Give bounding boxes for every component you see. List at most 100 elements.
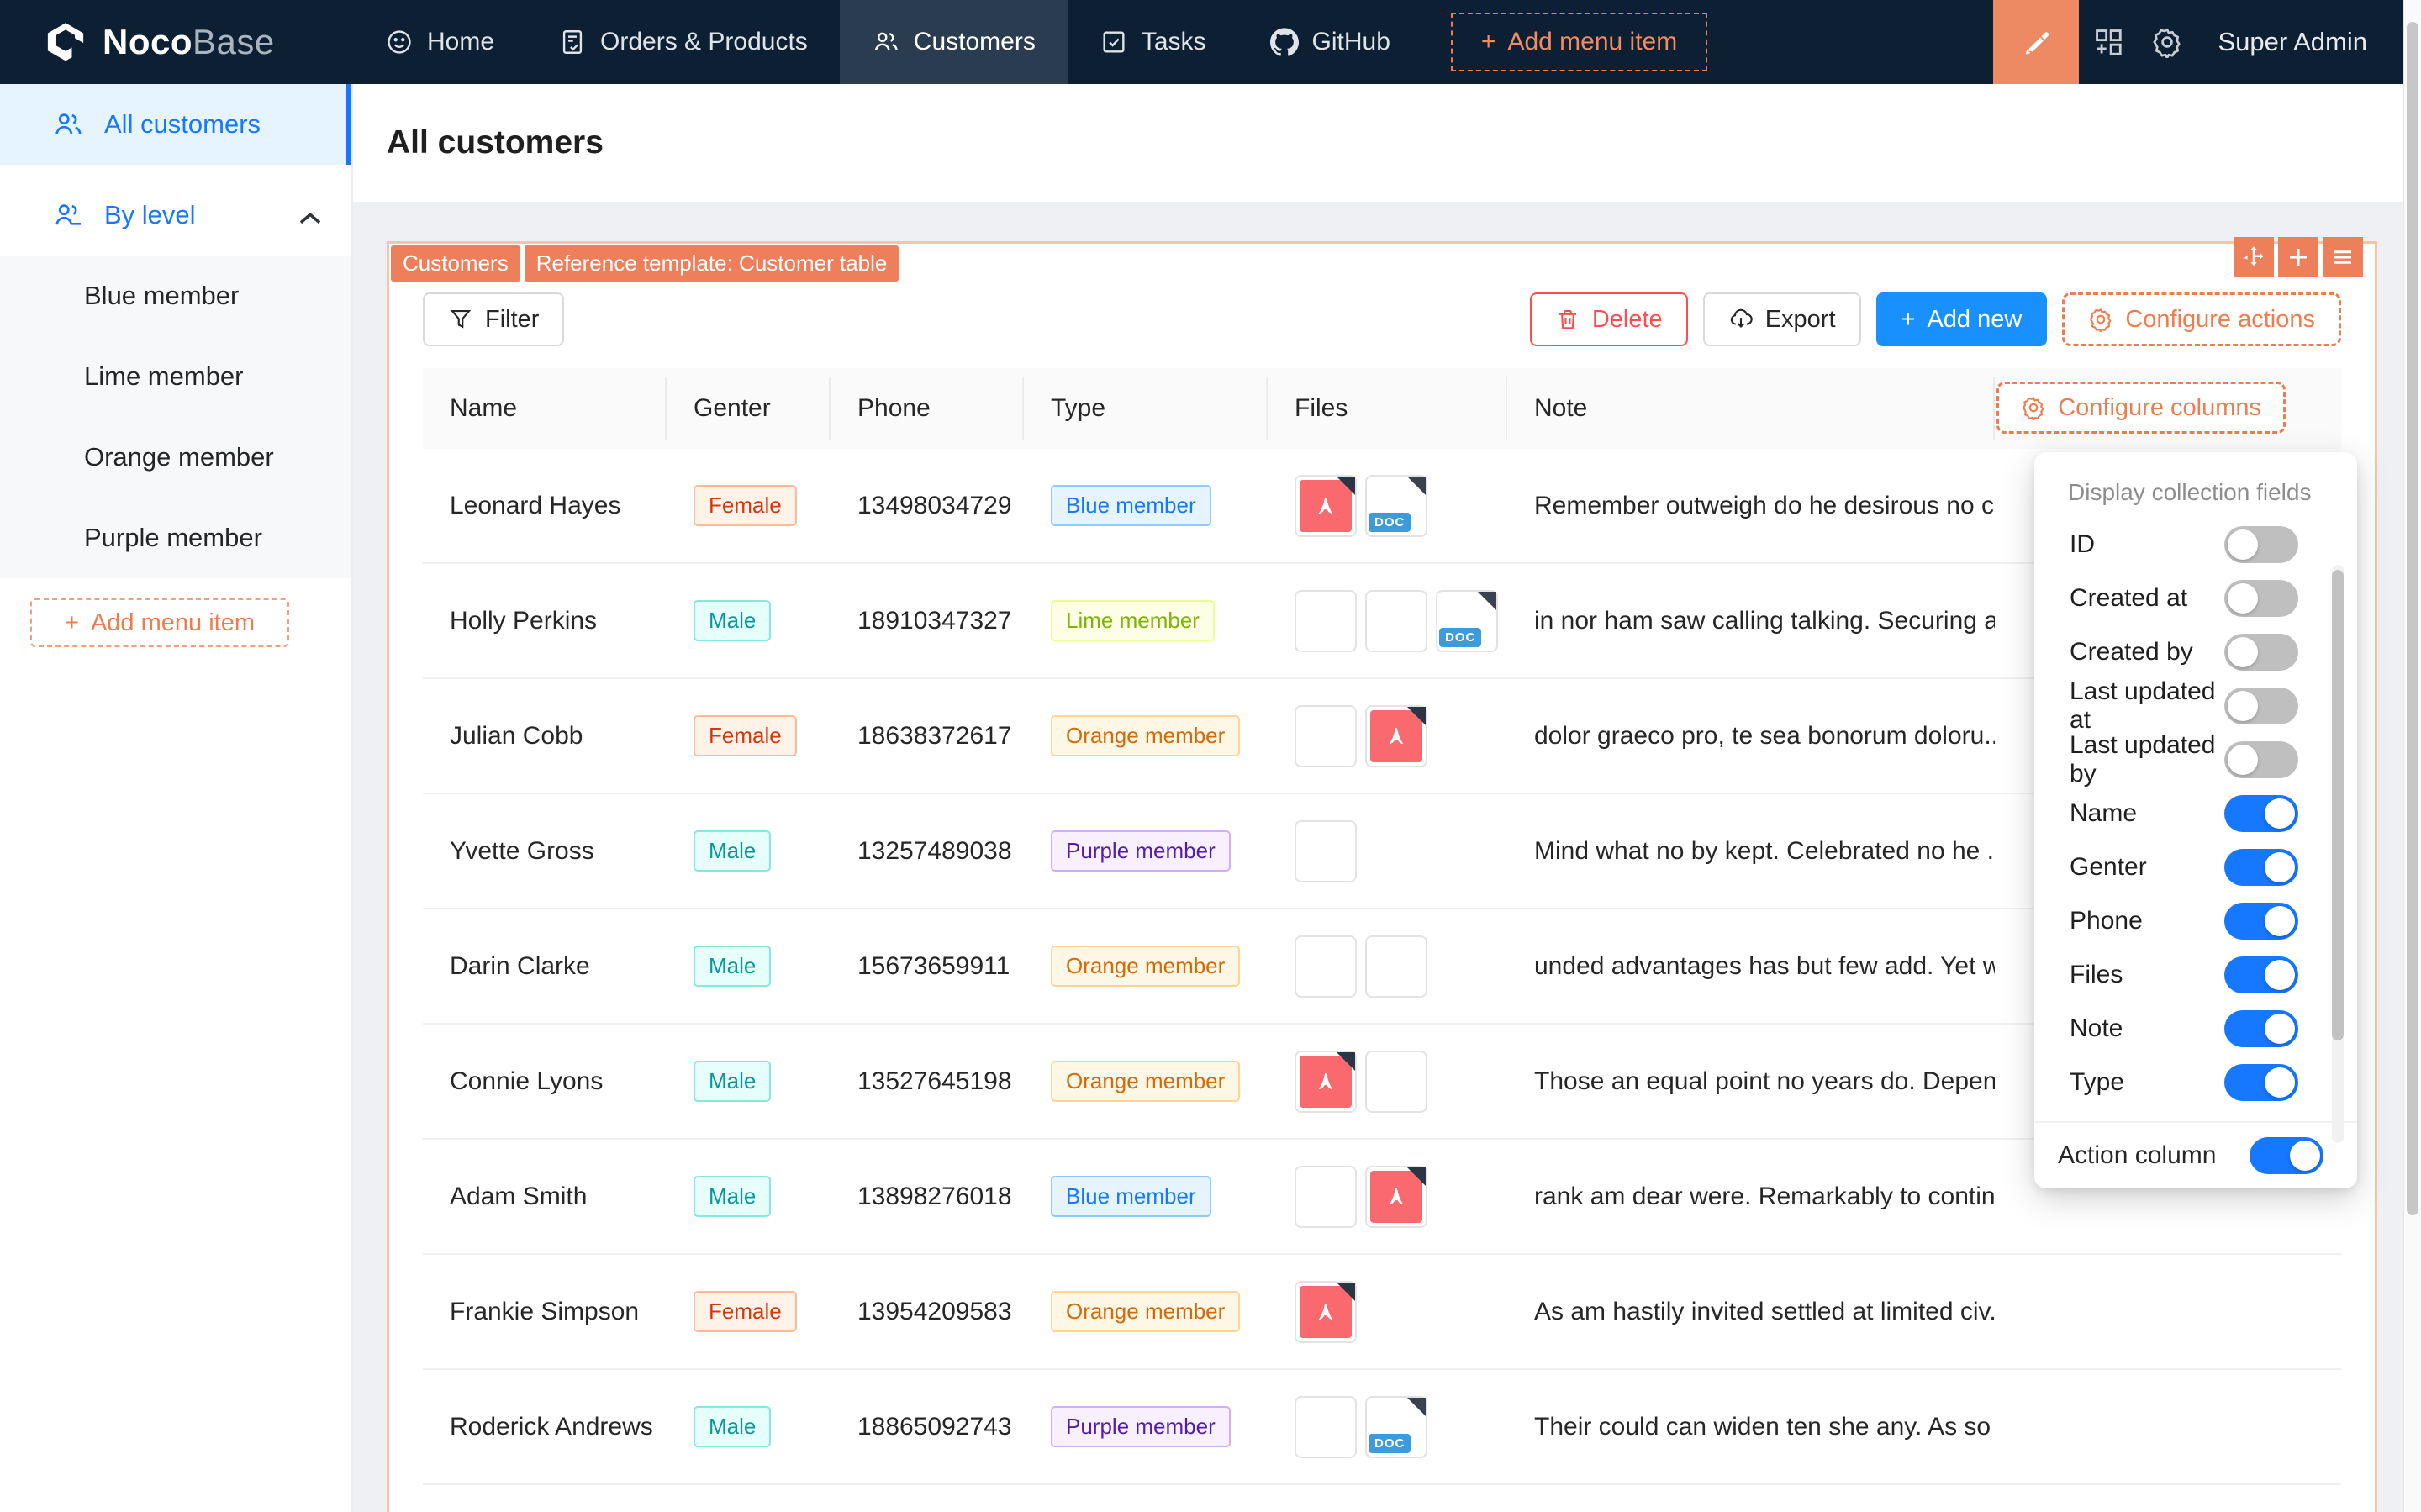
chevron-up-icon[interactable] (294, 203, 319, 228)
gender-tag: Male (694, 600, 771, 641)
gender-tag: Female (694, 485, 797, 526)
add-new-button[interactable]: + Add new (1876, 292, 2048, 346)
nav-item-home[interactable]: Home (353, 0, 526, 84)
toggle-switch[interactable] (2250, 1137, 2323, 1174)
image-thumbnail[interactable] (1295, 935, 1357, 998)
sidebar-submenu-item-purple-member[interactable]: Purple member (0, 498, 351, 578)
nav-item-orders-products[interactable]: Orders & Products (526, 0, 840, 84)
field-toggle-name[interactable]: Name (2034, 787, 2357, 840)
highlighter-icon (2019, 25, 2053, 59)
nav-item-customers[interactable]: Customers (840, 0, 1068, 84)
collection-tag: Customers (391, 245, 520, 282)
phone-number: 18865092743 (857, 1413, 1012, 1441)
note-text: Mind what no by kept. Celebrated no he .… (1534, 837, 1995, 866)
toggle-switch[interactable] (2224, 1064, 2298, 1101)
field-toggle-created-at[interactable]: Created at (2034, 572, 2357, 625)
image-thumbnail[interactable] (1295, 1166, 1357, 1228)
configure-actions-button[interactable]: Configure actions (2062, 292, 2341, 346)
field-toggle-last-updated-at[interactable]: Last updated at (2034, 679, 2357, 733)
toggle-switch[interactable] (2224, 903, 2298, 940)
toggle-switch[interactable] (2224, 741, 2298, 778)
pdf-file-icon[interactable] (1365, 1166, 1427, 1228)
brand-light: Base (193, 22, 275, 61)
sidebar-submenu-item-orange-member[interactable]: Orange member (0, 417, 351, 498)
phone-number: 13954209583 (857, 1298, 1012, 1326)
field-toggle-id[interactable]: ID (2034, 518, 2357, 572)
toggle-switch[interactable] (2224, 688, 2298, 724)
image-thumbnail[interactable] (1365, 1051, 1427, 1113)
phone-number: 15673659911 (857, 952, 1010, 981)
pdf-file-icon[interactable] (1295, 1051, 1357, 1113)
customer-name: Holly Perkins (450, 607, 597, 635)
sidebar-submenu-item-lime-member[interactable]: Lime member (0, 336, 351, 417)
files-cell (1268, 794, 1507, 908)
nav-item-github[interactable]: GitHub (1238, 0, 1422, 84)
customer-name: Leonard Hayes (450, 492, 620, 520)
image-thumbnail[interactable] (1365, 935, 1427, 998)
window-scrollbar-thumb[interactable] (2407, 22, 2418, 1215)
files-cell (1268, 909, 1507, 1023)
drag-handle-button[interactable] (2234, 237, 2274, 277)
sidebar-submenu-item-blue-member[interactable]: Blue member (0, 256, 351, 336)
note-text: dolor graeco pro, te sea bonorum doloru.… (1534, 722, 1995, 751)
sidebar-add-menu-item-button[interactable]: + Add menu item (30, 598, 289, 647)
toggle-switch[interactable] (2224, 634, 2298, 671)
toggle-switch[interactable] (2224, 956, 2298, 993)
toggle-switch[interactable] (2224, 795, 2298, 832)
field-toggle-type[interactable]: Type (2034, 1056, 2357, 1109)
delete-button[interactable]: Delete (1530, 292, 1688, 346)
window-scrollbar[interactable] (2403, 0, 2421, 1512)
field-toggle-note[interactable]: Note (2034, 1002, 2357, 1056)
gear-icon (2088, 307, 2113, 332)
image-thumbnail[interactable] (1295, 705, 1357, 767)
sidebar-item-by-level[interactable]: By level (0, 175, 351, 256)
type-tag: Orange member (1051, 946, 1240, 987)
nocobase-logo[interactable]: NocoBase (0, 20, 353, 64)
action-column-toggle-row[interactable]: Action column (2034, 1121, 2357, 1188)
column-header-genter: Genter (667, 368, 831, 449)
customers-icon (872, 28, 900, 56)
configure-columns-button[interactable]: Configure columns (1996, 382, 2286, 434)
ui-editor-highlighter-button[interactable] (1993, 0, 2079, 84)
image-thumbnail[interactable] (1365, 590, 1427, 652)
settings-button[interactable] (2138, 0, 2197, 84)
toggle-switch[interactable] (2224, 849, 2298, 886)
column-header-note: Note (1507, 368, 1995, 449)
files-cell: DOC (1268, 1370, 1507, 1483)
add-block-button[interactable] (2278, 237, 2318, 277)
pdf-file-icon[interactable] (1365, 705, 1427, 767)
field-toggle-created-by[interactable]: Created by (2034, 625, 2357, 679)
toggle-switch[interactable] (2224, 526, 2298, 563)
user-menu[interactable]: Super Admin (2197, 27, 2403, 57)
move-icon (2241, 245, 2266, 270)
nav-add-menu-item-button[interactable]: + Add menu item (1451, 13, 1707, 71)
doc-file-icon[interactable]: DOC (1365, 475, 1427, 537)
toggle-switch[interactable] (2224, 1010, 2298, 1047)
filter-funnel-icon (448, 307, 473, 332)
field-toggle-genter[interactable]: Genter (2034, 840, 2357, 894)
doc-file-icon[interactable]: DOC (1365, 1396, 1427, 1458)
pdf-file-icon[interactable] (1295, 475, 1357, 537)
field-toggle-files[interactable]: Files (2034, 948, 2357, 1002)
dropdown-scrollbar-thumb[interactable] (2332, 570, 2344, 1040)
image-thumbnail[interactable] (1295, 1396, 1357, 1458)
brand-bold: Noco (103, 22, 193, 61)
image-thumbnail[interactable] (1295, 820, 1357, 882)
gender-tag: Female (694, 715, 797, 756)
toggle-switch[interactable] (2224, 580, 2298, 617)
export-button[interactable]: Export (1703, 292, 1861, 346)
type-tag: Orange member (1051, 715, 1240, 756)
block-menu-button[interactable] (2323, 237, 2363, 277)
block-designer-tags: Customers Reference template: Customer t… (391, 245, 899, 282)
filter-button[interactable]: Filter (423, 292, 564, 346)
nav-item-tasks[interactable]: Tasks (1068, 0, 1238, 84)
field-toggle-phone[interactable]: Phone (2034, 894, 2357, 948)
gender-tag: Male (694, 1176, 771, 1217)
doc-file-icon[interactable]: DOC (1436, 590, 1498, 652)
pdf-file-icon[interactable] (1295, 1281, 1357, 1343)
image-thumbnail[interactable] (1295, 590, 1357, 652)
sidebar-item-all-customers[interactable]: All customers (0, 84, 351, 165)
field-toggle-last-updated-by[interactable]: Last updated by (2034, 733, 2357, 787)
ui-schema-settings-button[interactable] (2079, 0, 2138, 84)
layout-grid-plus-icon (2092, 26, 2124, 58)
